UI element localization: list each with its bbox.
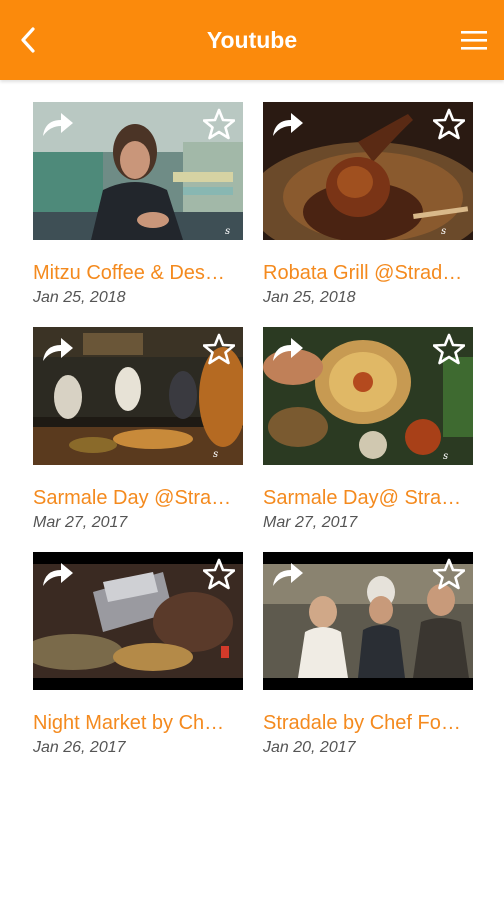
video-thumbnail[interactable] bbox=[33, 552, 243, 690]
share-arrow-icon[interactable] bbox=[41, 560, 75, 588]
video-card[interactable]: s Robata Grill @Strad… Jan 25, 2018 bbox=[263, 102, 473, 327]
video-thumbnail[interactable]: s bbox=[263, 102, 473, 240]
video-title[interactable]: Robata Grill @Strad… bbox=[263, 260, 473, 286]
video-thumbnail[interactable] bbox=[263, 552, 473, 690]
video-date: Mar 27, 2017 bbox=[33, 514, 128, 531]
video-card[interactable]: Night Market by Ch… Jan 26, 2017 bbox=[33, 552, 243, 777]
video-thumbnail[interactable]: s bbox=[263, 327, 473, 465]
svg-text:s: s bbox=[213, 449, 218, 460]
video-title[interactable]: Mitzu Coffee & Des… bbox=[33, 260, 243, 286]
chevron-left-icon bbox=[21, 27, 35, 53]
video-title[interactable]: Sarmale Day @Stra… bbox=[33, 485, 243, 511]
share-arrow-icon[interactable] bbox=[41, 335, 75, 363]
menu-button[interactable] bbox=[452, 18, 496, 62]
video-grid: s Mitzu Coffee & Des… Jan 25, 2018 s Rob… bbox=[33, 102, 473, 777]
share-arrow-icon[interactable] bbox=[271, 560, 305, 588]
page-title: Youtube bbox=[206, 26, 298, 53]
svg-text:s: s bbox=[443, 451, 448, 462]
video-card[interactable]: s Mitzu Coffee & Des… Jan 25, 2018 bbox=[33, 102, 243, 327]
video-card[interactable]: Stradale by Chef Fo… Jan 20, 2017 bbox=[263, 552, 473, 777]
video-date: Mar 27, 2017 bbox=[263, 514, 358, 531]
video-date: Jan 25, 2018 bbox=[263, 289, 356, 306]
star-outline-icon[interactable] bbox=[203, 333, 235, 365]
star-outline-icon[interactable] bbox=[433, 333, 465, 365]
back-button[interactable] bbox=[6, 18, 50, 62]
video-thumbnail[interactable]: s bbox=[33, 102, 243, 240]
star-outline-icon[interactable] bbox=[203, 558, 235, 590]
svg-text:s: s bbox=[441, 226, 446, 237]
star-outline-icon[interactable] bbox=[433, 108, 465, 140]
video-title[interactable]: Night Market by Ch… bbox=[33, 710, 243, 736]
hamburger-menu-icon bbox=[461, 31, 487, 50]
video-thumbnail[interactable]: s bbox=[33, 327, 243, 465]
video-date: Jan 26, 2017 bbox=[33, 739, 126, 756]
share-arrow-icon[interactable] bbox=[41, 110, 75, 138]
video-card[interactable]: s Sarmale Day @Stra… Mar 27, 2017 bbox=[33, 327, 243, 552]
video-date: Jan 20, 2017 bbox=[263, 739, 356, 756]
video-title[interactable]: Stradale by Chef Fo… bbox=[263, 710, 473, 736]
share-arrow-icon[interactable] bbox=[271, 110, 305, 138]
video-title[interactable]: Sarmale Day@ Stra… bbox=[263, 485, 473, 511]
app-header: Youtube bbox=[0, 0, 504, 80]
video-card[interactable]: s Sarmale Day@ Stra… Mar 27, 2017 bbox=[263, 327, 473, 552]
star-outline-icon[interactable] bbox=[433, 558, 465, 590]
share-arrow-icon[interactable] bbox=[271, 335, 305, 363]
svg-text:s: s bbox=[225, 226, 230, 237]
video-date: Jan 25, 2018 bbox=[33, 289, 126, 306]
star-outline-icon[interactable] bbox=[203, 108, 235, 140]
